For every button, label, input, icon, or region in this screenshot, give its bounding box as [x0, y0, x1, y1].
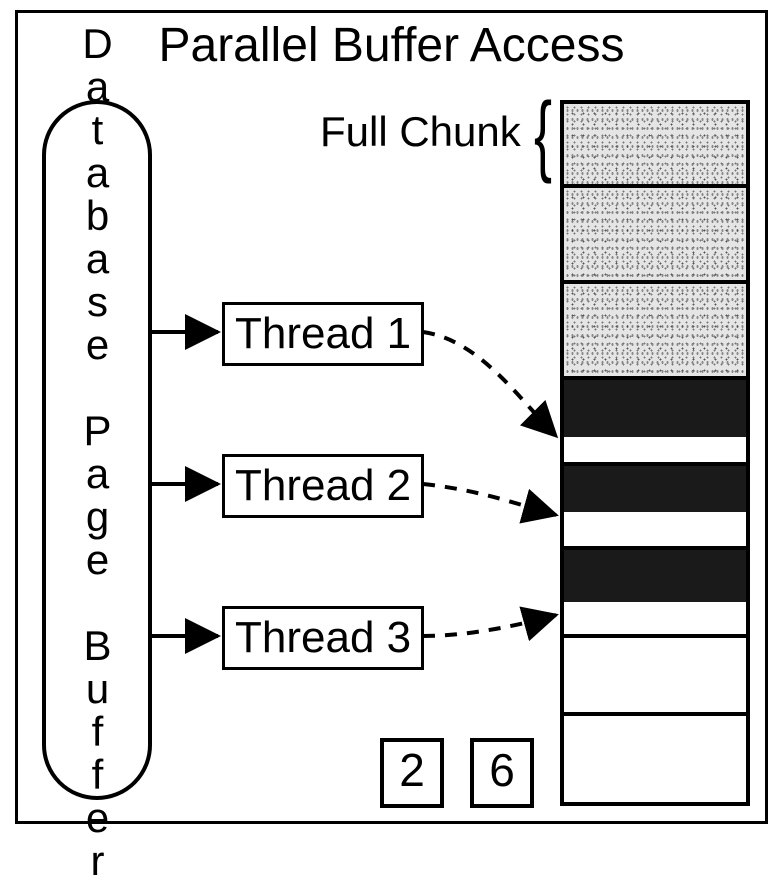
chunk-full	[564, 104, 746, 188]
thread-1-box: Thread 1	[222, 302, 424, 366]
thread-1-label: Thread 1	[235, 309, 411, 358]
chunk-full	[564, 284, 746, 380]
chunk-empty	[564, 716, 746, 802]
thread-2-box: Thread 2	[222, 454, 424, 518]
free-chunk-count: 2	[380, 738, 444, 808]
full-chunk-label: Full Chunk	[320, 108, 521, 156]
chunk-empty	[564, 638, 746, 716]
chunk-stack	[560, 100, 750, 806]
database-page-buffer-label: Database Page Buffer	[73, 20, 121, 880]
chunk-full	[564, 188, 746, 284]
full-chunk-brace: {	[534, 90, 552, 180]
thread-3-box: Thread 3	[222, 606, 424, 670]
thread-3-label: Thread 3	[235, 613, 411, 662]
chunk-partial-thread-3	[564, 550, 746, 638]
thread-2-label: Thread 2	[235, 461, 411, 510]
database-page-buffer: Database Page Buffer	[42, 100, 152, 800]
used-chunk-count: 6	[470, 738, 534, 808]
chunk-partial-thread-1	[564, 380, 746, 466]
chunk-partial-thread-2	[564, 466, 746, 550]
